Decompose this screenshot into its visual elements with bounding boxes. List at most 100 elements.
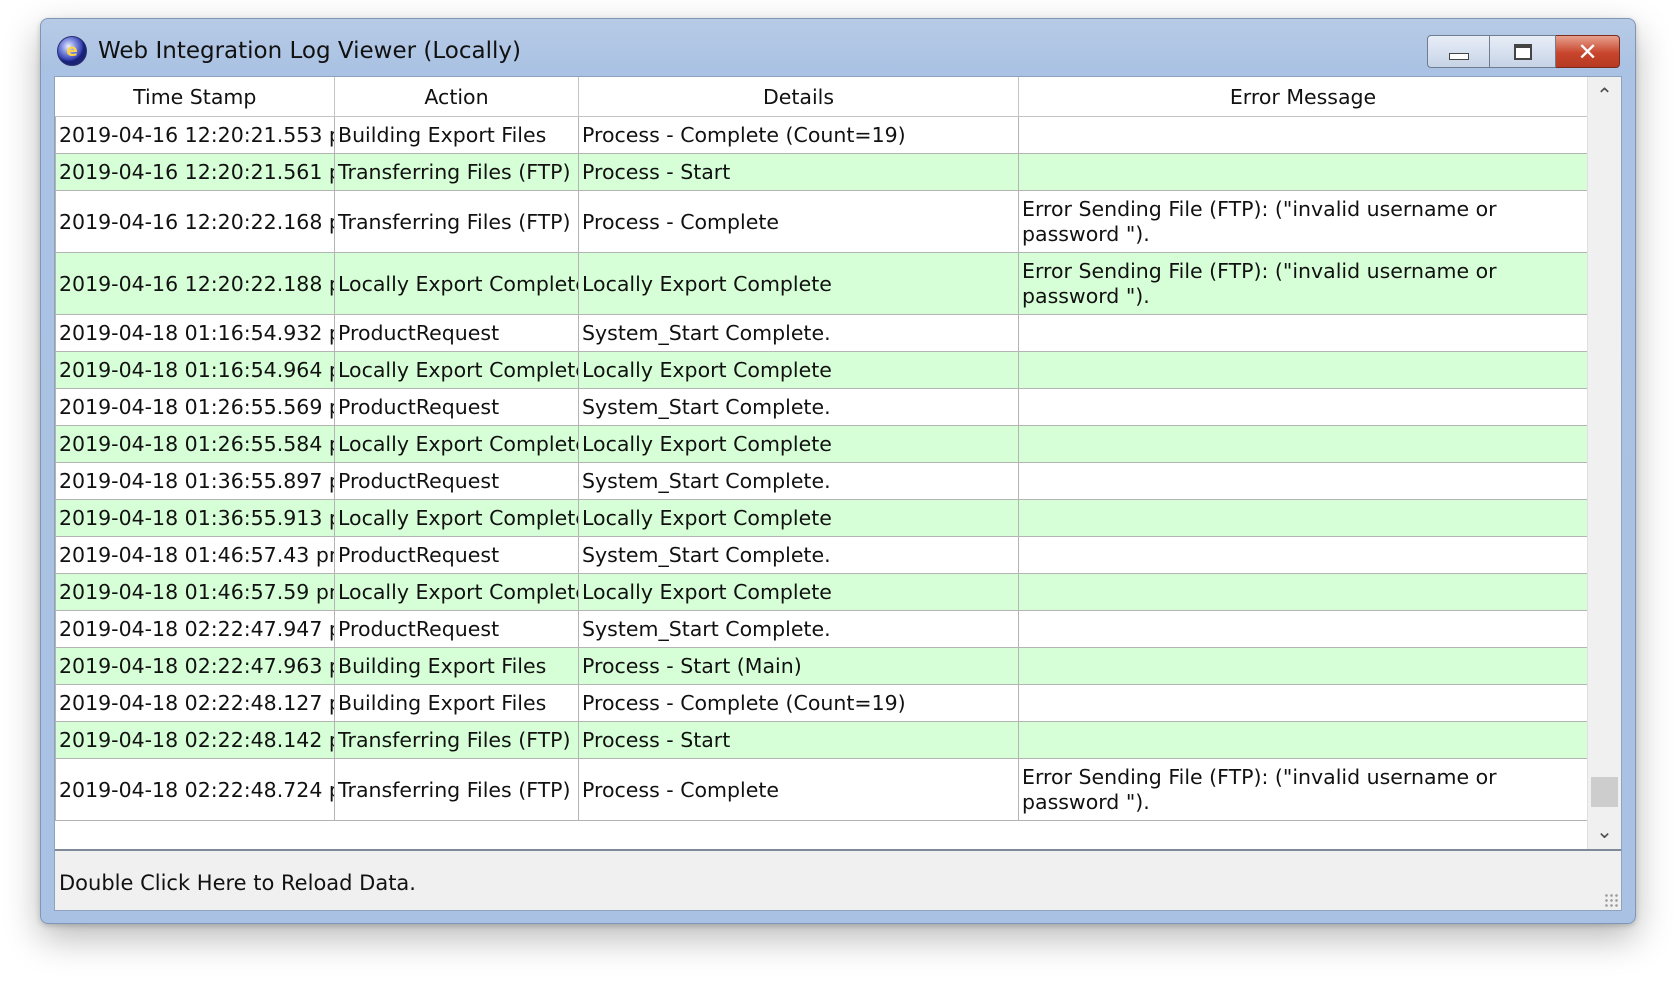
cell-error-message xyxy=(1018,499,1588,537)
close-button[interactable]: ✕ xyxy=(1556,35,1620,68)
header-row: Time Stamp Action Details Error Message xyxy=(55,77,1588,117)
cell-error-message xyxy=(1018,721,1588,759)
maximize-icon xyxy=(1513,43,1532,60)
cell-details: Locally Export Complete xyxy=(578,425,1019,463)
cell-time-stamp: 2019-04-18 02:22:48.142 pm xyxy=(55,721,335,759)
cell-error-message xyxy=(1018,647,1588,685)
table-row[interactable]: 2019-04-16 12:20:21.561 pm Transferring … xyxy=(55,153,1588,191)
vertical-scrollbar[interactable]: ⌃ ⌄ xyxy=(1587,77,1621,849)
cell-error-message xyxy=(1018,462,1588,500)
scrollbar-thumb[interactable] xyxy=(1591,777,1618,807)
table-row[interactable]: 2019-04-18 01:46:57.59 pm Locally Export… xyxy=(55,573,1588,611)
cell-details: System_Start Complete. xyxy=(578,610,1019,648)
table-row[interactable]: 2019-04-18 01:36:55.897 pm ProductReques… xyxy=(55,462,1588,500)
table-row[interactable]: 2019-04-18 01:16:54.932 pm ProductReques… xyxy=(55,314,1588,352)
cell-action: Locally Export Complete xyxy=(334,351,579,389)
table-row[interactable]: 2019-04-18 02:22:47.963 pm Building Expo… xyxy=(55,647,1588,685)
cell-action: Building Export Files xyxy=(334,116,579,154)
cell-time-stamp: 2019-04-18 02:22:48.724 pm xyxy=(55,758,335,821)
table-row[interactable]: 2019-04-16 12:20:21.553 pm Building Expo… xyxy=(55,116,1588,154)
table-row[interactable]: 2019-04-18 02:22:48.142 pm Transferring … xyxy=(55,721,1588,759)
table-row[interactable]: 2019-04-18 01:36:55.913 pm Locally Expor… xyxy=(55,499,1588,537)
table-row[interactable]: 2019-04-18 02:22:47.947 pm ProductReques… xyxy=(55,610,1588,648)
title-bar[interactable]: e Web Integration Log Viewer (Locally) ✕ xyxy=(41,19,1635,79)
cell-action: Transferring Files (FTP) xyxy=(334,190,579,253)
minimize-icon xyxy=(1448,52,1469,60)
cell-action: Transferring Files (FTP) xyxy=(334,153,579,191)
cell-details: Process - Start xyxy=(578,153,1019,191)
window-title: Web Integration Log Viewer (Locally) xyxy=(98,38,521,64)
cell-time-stamp: 2019-04-16 12:20:21.553 pm xyxy=(55,116,335,154)
cell-action: Transferring Files (FTP) xyxy=(334,758,579,821)
cell-action: ProductRequest xyxy=(334,536,579,574)
cell-error-message xyxy=(1018,153,1588,191)
column-header-error-message[interactable]: Error Message xyxy=(1018,77,1588,117)
cell-error-message: Error Sending File (FTP): ("invalid user… xyxy=(1018,252,1588,315)
table-row[interactable]: 2019-04-18 01:26:55.584 pm Locally Expor… xyxy=(55,425,1588,463)
cell-time-stamp: 2019-04-18 01:46:57.59 pm xyxy=(55,573,335,611)
cell-action: Locally Export Complete xyxy=(334,252,579,315)
cell-action: Transferring Files (FTP) xyxy=(334,721,579,759)
cell-time-stamp: 2019-04-18 01:26:55.584 pm xyxy=(55,425,335,463)
cell-time-stamp: 2019-04-18 01:36:55.913 pm xyxy=(55,499,335,537)
cell-details: Process - Complete xyxy=(578,758,1019,821)
cell-details: Process - Start xyxy=(578,721,1019,759)
cell-action: ProductRequest xyxy=(334,388,579,426)
resize-grip-icon[interactable] xyxy=(1604,893,1618,907)
table-row[interactable]: 2019-04-18 02:22:48.127 pm Building Expo… xyxy=(55,684,1588,722)
table-row[interactable]: 2019-04-18 01:46:57.43 pm ProductRequest… xyxy=(55,536,1588,574)
close-icon: ✕ xyxy=(1577,37,1598,66)
log-table: Time Stamp Action Details Error Message … xyxy=(55,77,1588,821)
cell-time-stamp: 2019-04-18 01:36:55.897 pm xyxy=(55,462,335,500)
cell-error-message xyxy=(1018,610,1588,648)
cell-error-message: Error Sending File (FTP): ("invalid user… xyxy=(1018,190,1588,253)
chevron-down-icon: ⌄ xyxy=(1596,819,1613,843)
cell-time-stamp: 2019-04-16 12:20:22.168 pm xyxy=(55,190,335,253)
maximize-button[interactable] xyxy=(1490,35,1556,68)
table-row[interactable]: 2019-04-16 12:20:22.188 pm Locally Expor… xyxy=(55,252,1588,315)
column-header-time-stamp[interactable]: Time Stamp xyxy=(55,77,335,117)
cell-time-stamp: 2019-04-18 01:16:54.964 pm xyxy=(55,351,335,389)
cell-error-message xyxy=(1018,351,1588,389)
table-row[interactable]: 2019-04-18 01:26:55.569 pm ProductReques… xyxy=(55,388,1588,426)
cell-action: Locally Export Complete xyxy=(334,425,579,463)
client-area: Time Stamp Action Details Error Message … xyxy=(54,76,1622,911)
cell-details: Process - Complete (Count=19) xyxy=(578,684,1019,722)
cell-details: System_Start Complete. xyxy=(578,536,1019,574)
column-header-details[interactable]: Details xyxy=(578,77,1019,117)
cell-time-stamp: 2019-04-18 02:22:48.127 pm xyxy=(55,684,335,722)
cell-time-stamp: 2019-04-18 01:46:57.43 pm xyxy=(55,536,335,574)
cell-error-message xyxy=(1018,536,1588,574)
cell-time-stamp: 2019-04-16 12:20:22.188 pm xyxy=(55,252,335,315)
cell-action: ProductRequest xyxy=(334,462,579,500)
reload-data-hint[interactable]: Double Click Here to Reload Data. xyxy=(59,871,416,895)
cell-details: Process - Complete (Count=19) xyxy=(578,116,1019,154)
cell-details: System_Start Complete. xyxy=(578,314,1019,352)
cell-error-message xyxy=(1018,116,1588,154)
table-row[interactable]: 2019-04-16 12:20:22.168 pm Transferring … xyxy=(55,190,1588,253)
log-viewer-window: e Web Integration Log Viewer (Locally) ✕ xyxy=(40,18,1636,924)
cell-error-message xyxy=(1018,425,1588,463)
cell-action: ProductRequest xyxy=(334,314,579,352)
cell-time-stamp: 2019-04-16 12:20:21.561 pm xyxy=(55,153,335,191)
table-row[interactable]: 2019-04-18 02:22:48.724 pm Transferring … xyxy=(55,758,1588,821)
cell-error-message xyxy=(1018,573,1588,611)
log-grid[interactable]: Time Stamp Action Details Error Message … xyxy=(55,77,1621,851)
cell-details: System_Start Complete. xyxy=(578,388,1019,426)
scroll-down-button[interactable]: ⌄ xyxy=(1588,813,1621,849)
cell-details: Locally Export Complete xyxy=(578,351,1019,389)
cell-details: Process - Complete xyxy=(578,190,1019,253)
scroll-up-button[interactable]: ⌃ xyxy=(1588,77,1621,113)
chevron-up-icon: ⌃ xyxy=(1596,83,1613,107)
cell-action: Locally Export Complete xyxy=(334,573,579,611)
status-bar[interactable]: Double Click Here to Reload Data. xyxy=(55,851,1621,910)
cell-details: System_Start Complete. xyxy=(578,462,1019,500)
cell-details: Process - Start (Main) xyxy=(578,647,1019,685)
minimize-button[interactable] xyxy=(1427,35,1490,68)
cell-error-message xyxy=(1018,388,1588,426)
table-row[interactable]: 2019-04-18 01:16:54.964 pm Locally Expor… xyxy=(55,351,1588,389)
cell-action: ProductRequest xyxy=(334,610,579,648)
cell-details: Locally Export Complete xyxy=(578,573,1019,611)
column-header-action[interactable]: Action xyxy=(334,77,579,117)
cell-time-stamp: 2019-04-18 01:16:54.932 pm xyxy=(55,314,335,352)
